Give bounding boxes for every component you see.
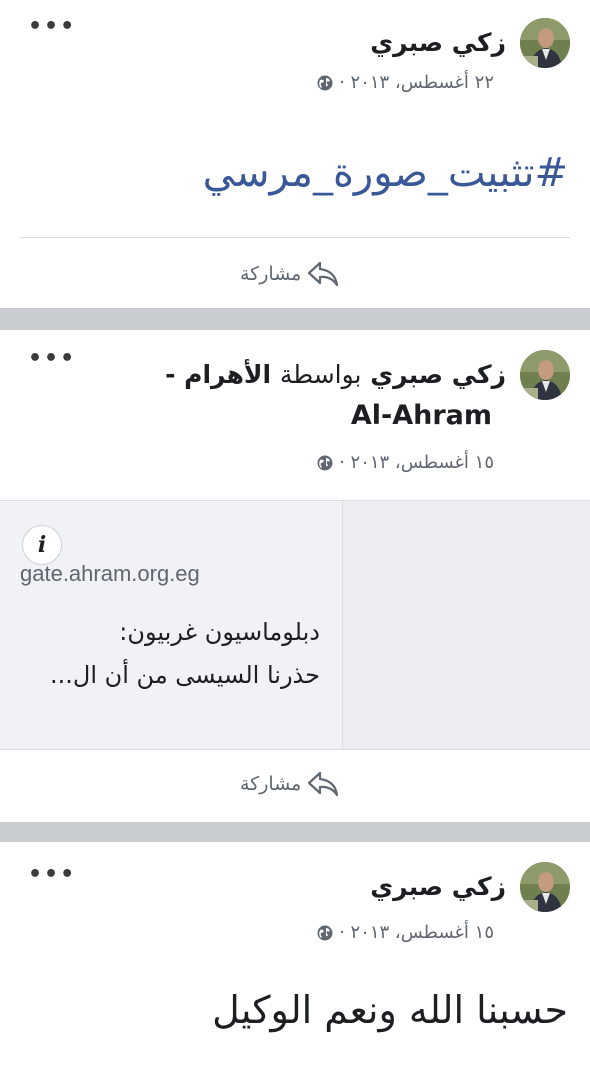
more-options-button[interactable]: ••• (28, 16, 76, 38)
post-author[interactable]: زكي صبري (370, 872, 506, 901)
post-date[interactable]: ٢٢ أغسطس، ٢٠١٣ · (339, 72, 494, 93)
post-author[interactable]: زكي صبري (370, 360, 506, 389)
hashtag-link[interactable]: #تثبيت_صورة_مرسي (203, 150, 568, 196)
link-preview-card[interactable]: i gate.ahram.org.eg دبلوماسيون غربيون: ح… (0, 500, 590, 750)
post-1: ••• زكي صبري ٢٢ أغسطس، ٢٠١٣ · #تثبيت_صور… (0, 0, 590, 308)
share-icon (308, 261, 339, 287)
share-button[interactable]: مشاركة (240, 770, 339, 798)
share-button[interactable]: مشاركة (240, 260, 339, 288)
link-title-line1: دبلوماسيون غربيون: (119, 618, 320, 646)
post-meta: ١٥ أغسطس، ٢٠١٣ · (317, 922, 494, 943)
page-name-latin[interactable]: Al-Ahram (351, 400, 492, 431)
post-meta: ١٥ أغسطس، ٢٠١٣ · (317, 452, 494, 473)
post-meta: ٢٢ أغسطس، ٢٠١٣ · (317, 72, 494, 93)
link-title-line2: حذرنا السيسى من أن ال... (50, 661, 320, 689)
divider (20, 237, 570, 238)
more-options-button[interactable]: ••• (28, 864, 76, 886)
post-date[interactable]: ١٥ أغسطس، ٢٠١٣ · (339, 922, 494, 943)
page-name[interactable]: الأهرام - (165, 360, 271, 389)
post-separator (0, 822, 590, 842)
post-author-line: زكي صبري بواسطة الأهرام - (165, 360, 506, 389)
via-label: بواسطة (279, 360, 362, 389)
link-domain: gate.ahram.org.eg (20, 561, 200, 586)
globe-icon (317, 925, 333, 940)
post-date[interactable]: ١٥ أغسطس، ٢٠١٣ · (339, 452, 494, 473)
globe-icon (317, 455, 333, 470)
info-icon[interactable]: i (22, 525, 62, 565)
globe-icon (317, 75, 333, 90)
avatar[interactable] (520, 862, 570, 912)
share-label: مشاركة (240, 263, 302, 285)
post-author[interactable]: زكي صبري (370, 28, 506, 57)
link-thumbnail[interactable] (342, 501, 590, 749)
avatar[interactable] (520, 18, 570, 68)
post-body-text: حسبنا الله ونعم الوكيل (212, 988, 568, 1032)
share-label: مشاركة (240, 773, 302, 795)
avatar[interactable] (520, 350, 570, 400)
post-separator (0, 308, 590, 330)
share-icon (308, 771, 339, 797)
more-options-button[interactable]: ••• (28, 348, 76, 370)
